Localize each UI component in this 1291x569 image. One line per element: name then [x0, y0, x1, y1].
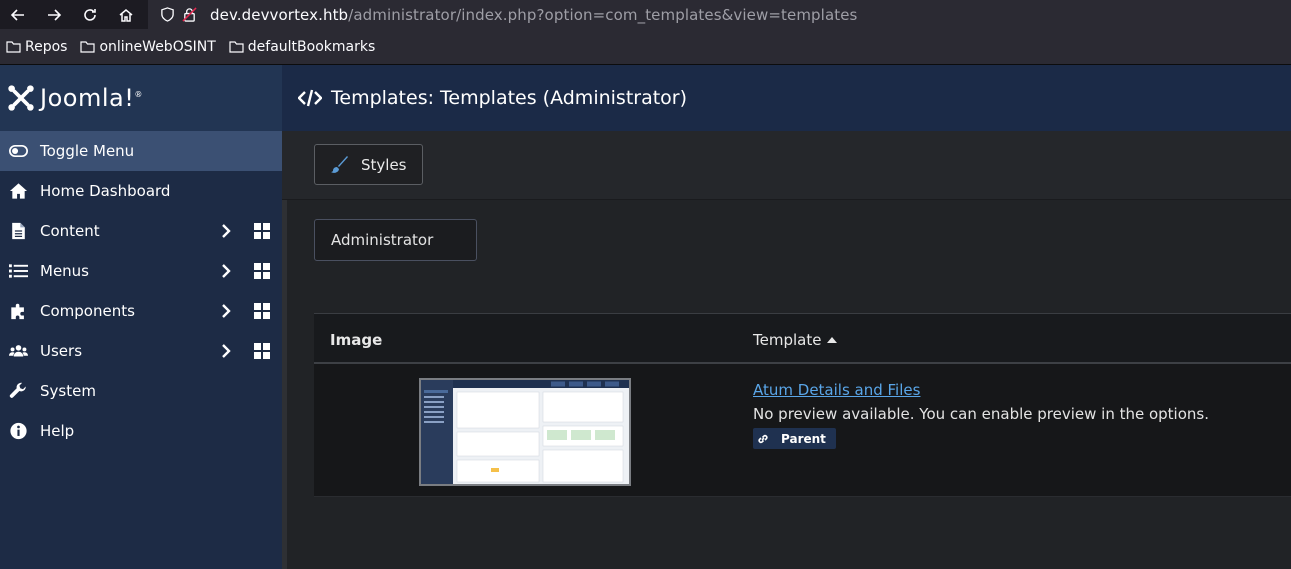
dashboard-grid-icon[interactable] — [254, 223, 270, 239]
dashboard-grid-icon[interactable] — [254, 303, 270, 319]
address-bar[interactable]: dev.devvortex.htb/administrator/index.ph… — [148, 0, 1291, 29]
template-thumbnail-image[interactable] — [419, 378, 631, 486]
sidebar-item-label: Toggle Menu — [40, 142, 135, 160]
table-row: Atum Details and Files No preview availa… — [314, 364, 1291, 497]
sidebar-item-label: Components — [40, 302, 135, 320]
puzzle-icon — [7, 301, 29, 321]
styles-button-label: Styles — [361, 155, 407, 174]
dashboard-grid-icon[interactable] — [254, 263, 270, 279]
sidebar-item-label: Users — [40, 342, 83, 360]
sidebar-item-users[interactable]: Users — [0, 331, 282, 371]
bookmark-label: Repos — [25, 38, 68, 55]
forward-button[interactable] — [36, 0, 72, 29]
brand-logo-text: Joomla!® — [40, 84, 143, 112]
brush-icon — [331, 155, 348, 173]
column-header-template[interactable]: Template — [753, 331, 838, 349]
reload-icon — [84, 8, 96, 21]
sidebar-item-home-dashboard[interactable]: Home Dashboard — [0, 171, 282, 211]
templates-table: Image Template Atum Details and Files No… — [314, 313, 1291, 497]
reload-button[interactable] — [72, 0, 108, 29]
back-button[interactable] — [0, 0, 36, 29]
bookmark-label: onlineWebOSINT — [99, 38, 216, 55]
sidebar-item-help[interactable]: Help — [0, 411, 282, 451]
wrench-icon — [7, 381, 29, 401]
brand-logo-wordmark: Joomla! — [40, 84, 135, 112]
sidebar-item-label: Home Dashboard — [40, 182, 171, 200]
sort-ascending-icon — [827, 337, 838, 343]
folder-icon — [80, 41, 96, 53]
bookmark-label: defaultBookmarks — [247, 38, 376, 55]
client-filter-value: Administrator — [331, 231, 434, 249]
code-icon — [298, 89, 322, 107]
sidebar-item-label: System — [40, 382, 96, 400]
chevron-right-icon[interactable] — [219, 343, 233, 359]
home-icon — [7, 181, 29, 201]
chevron-right-icon[interactable] — [219, 223, 233, 239]
folder-icon — [6, 41, 21, 53]
parent-badge-label: Parent — [781, 431, 826, 446]
toolbar: Styles — [282, 131, 1291, 200]
bookmark-folder-defaultbookmarks[interactable]: defaultBookmarks — [229, 39, 375, 55]
sidebar-item-label: Menus — [40, 262, 89, 280]
info-icon — [7, 421, 29, 441]
folder-icon — [229, 41, 244, 53]
bookmark-folder-repos[interactable]: Repos — [6, 39, 67, 55]
column-header-image: Image — [330, 331, 383, 349]
parent-badge: Parent — [753, 428, 836, 449]
main-content: Administrator Image Template Atum Detail… — [287, 200, 1291, 569]
client-filter-select[interactable]: Administrator — [314, 219, 477, 261]
joomla-brand[interactable]: Joomla!® — [0, 65, 282, 131]
page-title: Templates: Templates (Administrator) — [331, 87, 688, 109]
styles-button[interactable]: Styles — [314, 144, 423, 185]
list-icon — [7, 261, 29, 281]
template-thumbnail-graphic — [421, 380, 629, 484]
shield-icon[interactable] — [156, 7, 178, 22]
arrow-left-icon — [10, 8, 24, 21]
chevron-right-icon[interactable] — [219, 263, 233, 279]
page-header: Templates: Templates (Administrator) — [282, 65, 1291, 131]
sidebar-item-label: Content — [40, 222, 100, 240]
users-icon — [7, 341, 29, 361]
insecure-lock-icon[interactable] — [178, 7, 200, 22]
url-domain: dev.devvortex.htb — [210, 5, 349, 24]
template-details-link[interactable]: Atum Details and Files — [753, 381, 920, 399]
sidebar: Joomla!® Toggle Menu Home Dashboard Cont… — [0, 65, 282, 569]
sidebar-item-components[interactable]: Components — [0, 291, 282, 331]
sidebar-item-toggle-menu[interactable]: Toggle Menu — [0, 131, 282, 171]
joomla-logo-icon — [8, 85, 34, 111]
link-icon — [758, 434, 768, 443]
chevron-right-icon[interactable] — [219, 303, 233, 319]
sidebar-item-menus[interactable]: Menus — [0, 251, 282, 291]
sidebar-item-content[interactable]: Content — [0, 211, 282, 251]
brand-registered-mark: ® — [134, 90, 143, 99]
bookmark-folder-onlinewebosint[interactable]: onlineWebOSINT — [80, 38, 216, 55]
column-header-template-label: Template — [753, 331, 822, 349]
file-icon — [7, 221, 29, 241]
home-button[interactable] — [108, 0, 144, 29]
table-header: Image Template — [314, 313, 1291, 364]
url-text: dev.devvortex.htb/administrator/index.ph… — [210, 6, 857, 24]
url-path: /administrator/index.php?option=com_temp… — [348, 5, 858, 24]
template-description: No preview available. You can enable pre… — [753, 405, 1209, 423]
dashboard-grid-icon[interactable] — [254, 343, 270, 359]
bookmarks-toolbar: Repos onlineWebOSINT defaultBookmarks — [0, 29, 1291, 65]
toggle-icon — [7, 141, 29, 161]
home-outline-icon — [119, 8, 133, 22]
sidebar-item-label: Help — [40, 422, 75, 440]
arrow-right-icon — [48, 8, 62, 21]
sidebar-item-system[interactable]: System — [0, 371, 282, 411]
